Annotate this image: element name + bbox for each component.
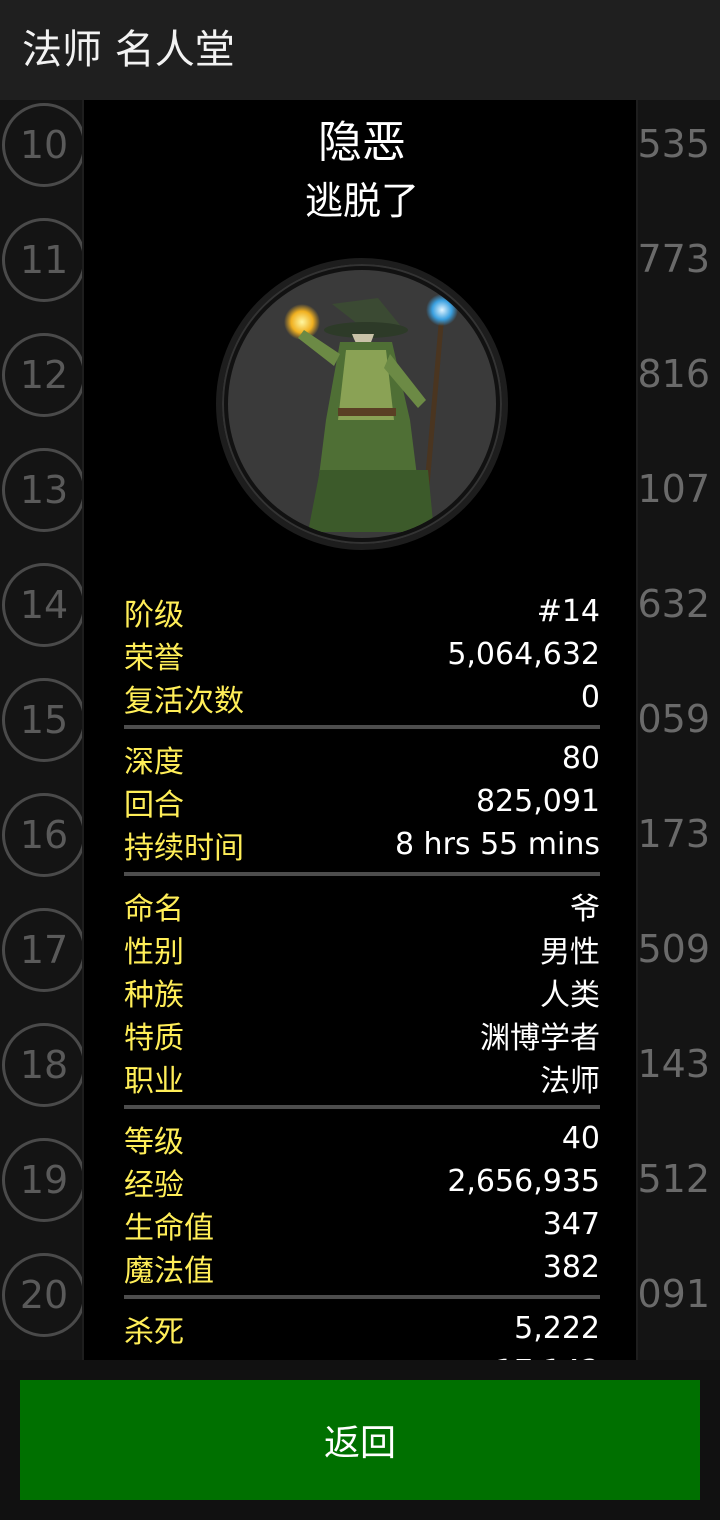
stat-label: 硬币	[124, 1350, 184, 1361]
stat-row: 命名 爷	[124, 884, 600, 927]
stat-value: 法师	[540, 1063, 600, 1099]
section-divider	[124, 725, 600, 729]
rank-badge: 13	[2, 448, 86, 532]
rank-badge: 18	[2, 1023, 86, 1107]
score-text: ,143	[625, 1042, 710, 1086]
section-divider	[124, 1295, 600, 1299]
stat-value: 男性	[540, 934, 600, 970]
stat-row: 持续时间 8 hrs 55 mins	[124, 823, 600, 866]
score-text: ,535	[625, 122, 710, 166]
score-text: ,091	[625, 1272, 710, 1316]
section-divider	[124, 1105, 600, 1109]
stat-row: 职业 法师	[124, 1056, 600, 1099]
stat-value: 渊博学者	[480, 1020, 600, 1056]
rank-badge: 19	[2, 1138, 86, 1222]
content-area[interactable]: 10 ,535 11 ,773 12 ,816 13 ,107 14 ,632 15 ,059 16 ,1…	[0, 100, 720, 1360]
stat-row: 硬币17,142	[124, 1350, 600, 1360]
back-button[interactable]: 返回	[20, 1380, 700, 1500]
score-text: ,173	[625, 812, 710, 856]
rank-badge: 12	[2, 333, 86, 417]
stat-value: #14	[536, 594, 600, 629]
stat-row: 阶级 #14	[124, 590, 600, 633]
stat-label: 职业	[124, 1063, 184, 1099]
fate-title: 隐恶	[318, 117, 406, 168]
rank-badge: 11	[2, 218, 86, 302]
score-text: ,512	[625, 1157, 710, 1201]
stat-value: 0	[580, 680, 600, 715]
stat-label: 回合	[124, 787, 184, 823]
stat-label: 荣誉	[124, 640, 184, 676]
stat-value: 5,222	[514, 1311, 600, 1346]
stat-value: 40	[561, 1121, 600, 1156]
rank-badge: 10	[2, 103, 86, 187]
stat-value: 8 hrs 55 mins	[394, 827, 600, 862]
wizard-icon	[284, 294, 458, 532]
rank-badge: 15	[2, 678, 86, 762]
stat-row: 复活次数 0	[124, 676, 600, 719]
rank-badge: 16	[2, 793, 86, 877]
stat-label: 性别	[124, 934, 184, 970]
bottom-bar: 返回	[0, 1360, 720, 1520]
stat-label: 生命值	[124, 1210, 214, 1246]
rank-badge: 14	[2, 563, 86, 647]
stat-label: 魔法值	[124, 1253, 214, 1289]
score-text: ,509	[625, 927, 710, 971]
stat-label: 经验	[124, 1167, 184, 1203]
stat-row: 特质 渊博学者	[124, 1013, 600, 1056]
app-bar: 法师 名人堂	[0, 0, 720, 100]
stat-row: 性别 男性	[124, 927, 600, 970]
score-text: ,632	[625, 582, 710, 626]
stat-label: 命名	[124, 891, 184, 927]
stat-label: 持续时间	[124, 830, 244, 866]
stat-row: 深度 80	[124, 737, 600, 780]
stat-label: 深度	[124, 744, 184, 780]
rank-badge: 17	[2, 908, 86, 992]
stat-row: 生命值 347	[124, 1203, 600, 1246]
stat-value: 爷	[570, 891, 600, 927]
score-text: ,059	[625, 697, 710, 741]
stat-value: 80	[561, 741, 600, 776]
stat-row: 经验 2,656,935	[124, 1160, 600, 1203]
stat-value: 347	[542, 1207, 600, 1242]
score-text: ,107	[625, 467, 710, 511]
stat-value: 5,064,632	[447, 637, 600, 672]
stat-value: 825,091	[475, 784, 600, 819]
stat-value: 2,656,935	[447, 1164, 600, 1199]
stat-row: 荣誉 5,064,632	[124, 633, 600, 676]
stat-label: 阶级	[124, 597, 184, 633]
stats-list: 阶级 #14 荣誉 5,064,632 复活次数 0 深度 80 回合 825,091 持续时间 8 …	[124, 590, 600, 1360]
stat-row: 魔法值 382	[124, 1246, 600, 1289]
stat-value: 人类	[540, 977, 600, 1013]
detail-panel[interactable]: 隐恶 逃脱了 阶级 #14 荣誉 5,064,632 复活次数 0 深度 80 …	[82, 100, 638, 1360]
stat-value: 382	[542, 1250, 600, 1285]
stat-label: 等级	[124, 1124, 184, 1160]
stat-row: 等级 40	[124, 1117, 600, 1160]
rank-badge: 20	[2, 1253, 86, 1337]
stat-row: 种族 人类	[124, 970, 600, 1013]
fate-status: 逃脱了	[304, 179, 419, 223]
stat-row: 杀死 5,222	[124, 1307, 600, 1350]
score-text: ,816	[625, 352, 710, 396]
score-text: ,773	[625, 237, 710, 281]
stat-row: 回合 825,091	[124, 780, 600, 823]
section-divider	[124, 872, 600, 876]
stat-label: 复活次数	[124, 683, 244, 719]
stat-label: 种族	[124, 977, 184, 1013]
page-title: 法师 名人堂	[22, 27, 235, 73]
stat-label: 杀死	[124, 1314, 184, 1350]
wizard-portrait-icon	[216, 258, 508, 550]
stat-label: 特质	[124, 1020, 184, 1056]
